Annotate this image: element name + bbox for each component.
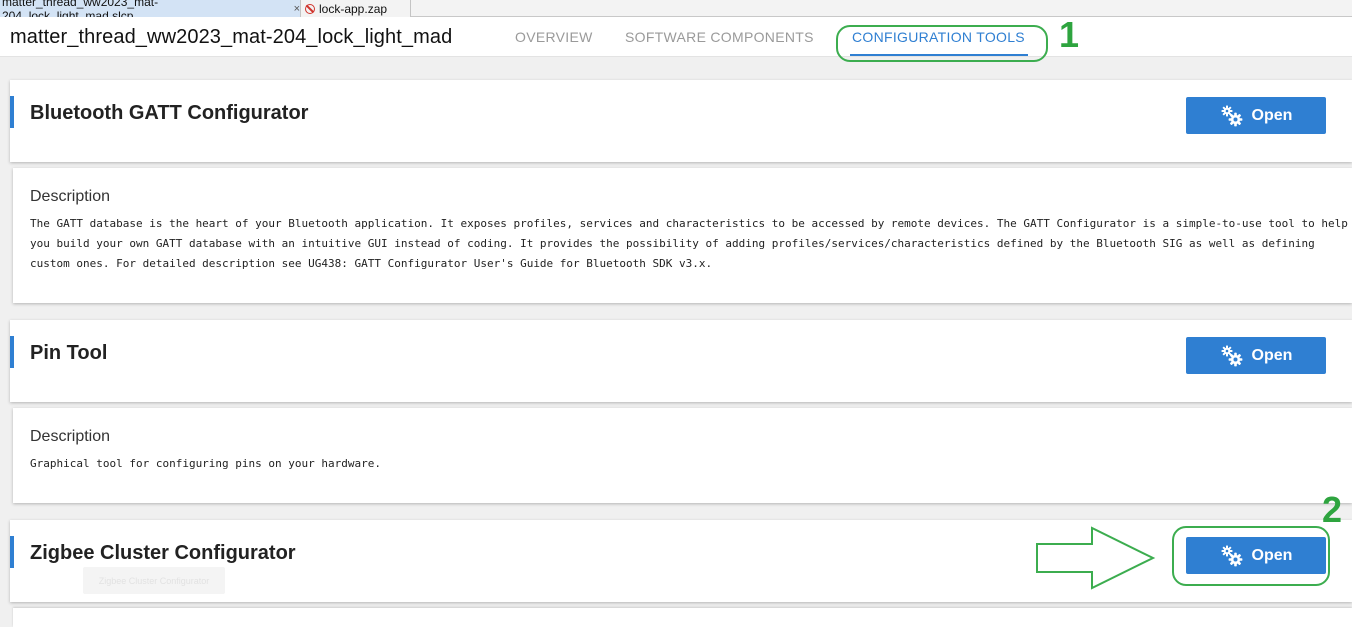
annotation-oval-step2 — [1172, 526, 1330, 586]
close-icon[interactable]: × — [294, 3, 300, 15]
page-title: matter_thread_ww2023_mat-204_lock_light_… — [10, 26, 453, 48]
tool-description-bluetooth-gatt: Description The GATT database is the hea… — [13, 168, 1352, 303]
tool-title: Pin Tool — [30, 342, 108, 364]
tab-overview[interactable]: OVERVIEW — [515, 29, 593, 45]
description-label: Description — [30, 188, 111, 205]
editor-tab-strip: matter_thread_ww2023_mat-204_lock_light_… — [0, 0, 1352, 23]
card-accent — [10, 536, 14, 568]
project-header: matter_thread_ww2023_mat-204_lock_light_… — [0, 17, 1352, 57]
gears-icon — [1221, 345, 1242, 366]
ban-icon — [305, 3, 315, 14]
description-text: The GATT database is the heart of your B… — [30, 217, 1348, 270]
annotation-step1-number: 1 — [1059, 14, 1080, 55]
tab-software-components[interactable]: SOFTWARE COMPONENTS — [625, 29, 814, 45]
tooltip: Zigbee Cluster Configurator — [83, 567, 225, 594]
tool-title: Zigbee Cluster Configurator — [30, 542, 296, 564]
open-button-label: Open — [1251, 346, 1293, 364]
tool-card-pin-tool: Pin Tool Open — [10, 320, 1352, 402]
annotation-step2-number: 2 — [1322, 489, 1343, 530]
description-label: Description — [30, 428, 111, 445]
card-accent — [10, 336, 14, 368]
open-button-label: Open — [1251, 106, 1293, 124]
editor-tab-zap[interactable]: lock-app.zap — [301, 0, 411, 17]
gears-icon — [1221, 105, 1242, 126]
tool-description-pin-tool: Description Graphical tool for configuri… — [13, 408, 1352, 503]
editor-tab-slcp[interactable]: matter_thread_ww2023_mat-204_lock_light_… — [0, 0, 301, 23]
annotation-arrow-icon — [1036, 526, 1156, 590]
open-bluetooth-gatt-button[interactable]: Open — [1186, 97, 1326, 134]
description-text: Graphical tool for configuring pins on y… — [30, 457, 381, 470]
tool-card-bluetooth-gatt: Bluetooth GATT Configurator Open — [10, 80, 1352, 162]
annotation-oval-step1 — [836, 25, 1048, 62]
card-accent — [10, 96, 14, 128]
open-pin-tool-button[interactable]: Open — [1186, 337, 1326, 374]
tool-title: Bluetooth GATT Configurator — [30, 102, 309, 124]
tool-description-zigbee-cluster — [13, 608, 1352, 627]
editor-tab-label: lock-app.zap — [319, 1, 388, 16]
